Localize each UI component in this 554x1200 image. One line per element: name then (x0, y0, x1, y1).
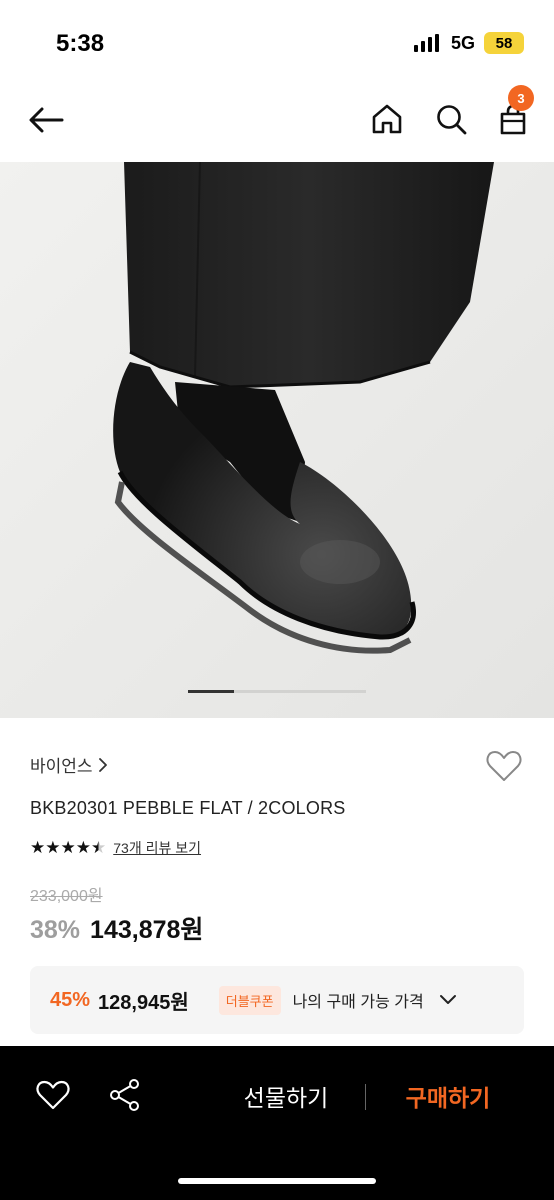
product-image[interactable] (0, 162, 554, 718)
share-icon (110, 1079, 139, 1111)
search-icon (437, 105, 467, 135)
coupon-label: 나의 구매 가능 가격 (292, 994, 424, 1011)
status-time: 5:38 (56, 30, 105, 57)
brand-link[interactable]: 바이언스 (30, 752, 109, 777)
star-icon: ★ (75, 838, 91, 857)
heart-icon (486, 751, 522, 781)
top-nav (0, 80, 554, 160)
coupon-badge: 더블쿠폰 (218, 985, 281, 1015)
discount-rate: 38% (30, 916, 81, 944)
coupon-discount-rate: 45% (50, 988, 91, 1011)
coupon-price: 128,945원 (98, 991, 189, 1014)
star-rating: ★ ★ ★ ★ ★ (30, 838, 106, 858)
carousel-dot (234, 690, 366, 693)
heart-icon (36, 1080, 70, 1110)
coupon-price-dropdown[interactable]: 45% 128,945원 더블쿠폰 나의 구매 가능 가격 (30, 966, 524, 1034)
wishlist-button[interactable] (484, 746, 524, 786)
home-button[interactable] (364, 96, 410, 142)
star-icon: ★ (60, 838, 76, 857)
image-carousel-indicator (188, 690, 366, 693)
signal-icon (414, 34, 439, 52)
search-button[interactable] (428, 96, 474, 142)
share-button[interactable] (106, 1076, 144, 1114)
carousel-dot-active (188, 690, 234, 693)
divider (365, 1084, 366, 1110)
battery-level: 58 (495, 34, 513, 52)
review-link[interactable]: 73개 리뷰 보기 (113, 838, 201, 858)
back-arrow-icon (29, 107, 64, 133)
home-icon (372, 104, 402, 134)
original-price: 233,000원 (30, 888, 103, 905)
chevron-right-icon (98, 757, 107, 772)
home-indicator (178, 1178, 376, 1184)
product-title: BKB20301 PEBBLE FLAT / 2COLORS (30, 798, 346, 818)
bottom-wishlist-button[interactable] (34, 1076, 72, 1114)
bottom-action-bar: 선물하기 구매하기 (0, 1046, 554, 1200)
sale-price: 143,878원 (90, 916, 204, 944)
buy-button[interactable]: 구매하기 (384, 1076, 512, 1116)
network-label: 5G (451, 33, 476, 53)
back-button[interactable] (22, 98, 70, 142)
cart-count-badge: 3 (508, 85, 534, 111)
gift-button[interactable]: 선물하기 (222, 1076, 350, 1116)
half-star-icon: ★ (91, 838, 106, 857)
battery-icon: 58 (484, 32, 524, 54)
star-icon: ★ (30, 838, 45, 857)
status-bar: 5:38 5G 58 (0, 0, 554, 80)
price-row: 38% 143,878원 (30, 910, 203, 946)
brand-name: 바이언스 (30, 757, 93, 776)
shoe-photo (0, 162, 554, 718)
star-icon: ★ (45, 838, 60, 857)
rating-row: ★ ★ ★ ★ ★ 73개 리뷰 보기 (30, 838, 201, 858)
chevron-down-icon (439, 995, 456, 1004)
